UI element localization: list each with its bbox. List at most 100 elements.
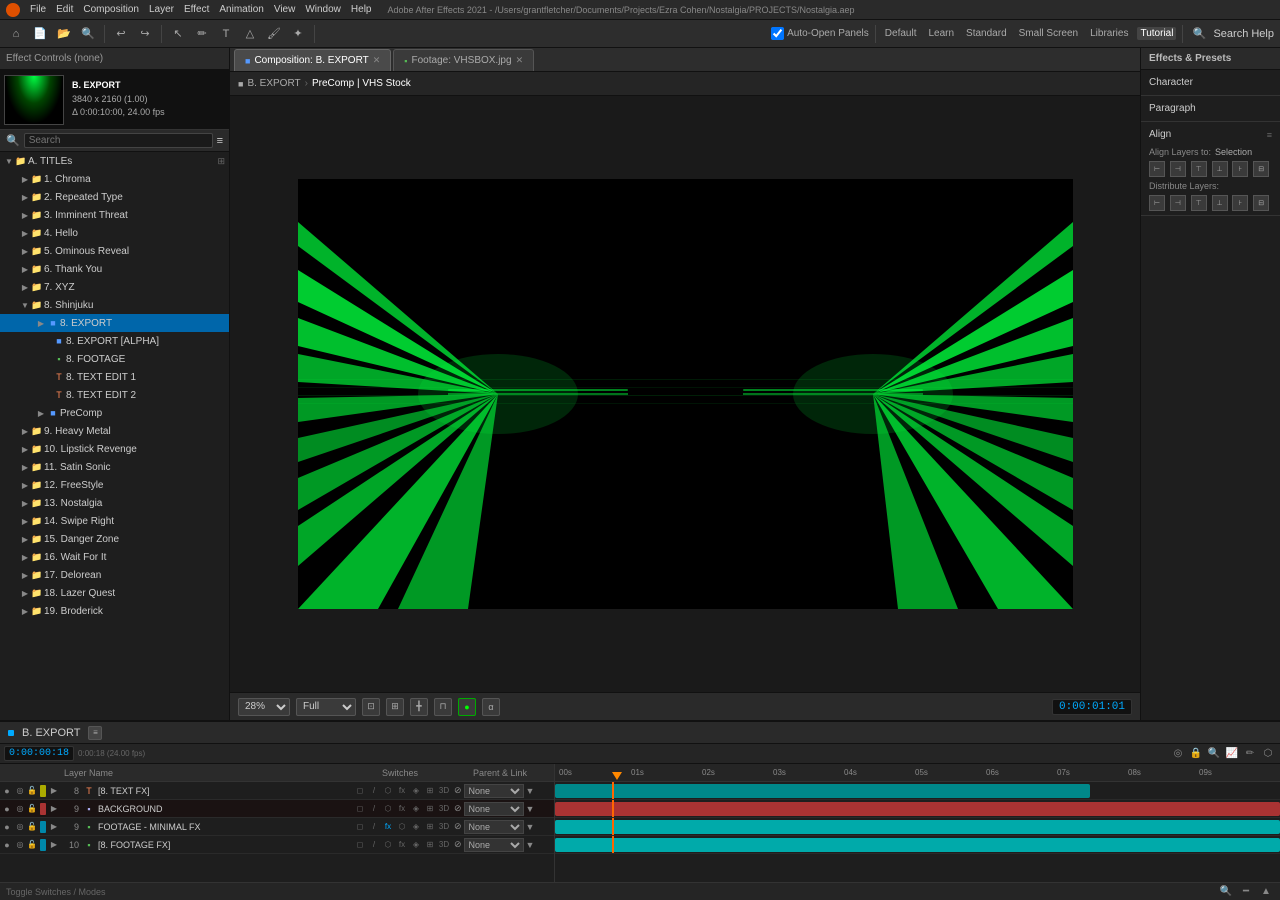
tl-search-btn[interactable]: 🔍 (1206, 746, 1222, 762)
tool-clone[interactable]: ✦ (288, 24, 308, 44)
dist-vcenter[interactable]: ⊦ (1232, 195, 1248, 211)
layer-9b-expand[interactable]: ▶ (48, 821, 60, 833)
footage-tab-close[interactable]: ✕ (516, 55, 524, 66)
menu-help[interactable]: Help (351, 4, 372, 15)
alpha-button[interactable]: α (482, 698, 500, 716)
paragraph-title[interactable]: Paragraph (1149, 100, 1272, 117)
tl-graph-btn[interactable]: 📈 (1224, 746, 1240, 762)
tree-item-8-export[interactable]: ▶ ■ 8. EXPORT (0, 314, 229, 332)
dist-left[interactable]: ⊢ (1149, 195, 1165, 211)
redo-button[interactable]: ↪ (135, 24, 155, 44)
undo-button[interactable]: ↩ (111, 24, 131, 44)
sw-9a-5[interactable]: ◈ (410, 803, 422, 815)
layer-8-parent-select[interactable]: None (464, 784, 524, 798)
sw-10-5[interactable]: ◈ (410, 839, 422, 851)
sw-8-2[interactable]: / (368, 785, 380, 797)
tl-draft-btn[interactable]: ✏ (1242, 746, 1258, 762)
timecode-display[interactable]: 0:00:01:01 (1052, 699, 1132, 715)
tool-select[interactable]: ↖ (168, 24, 188, 44)
layer-9a-lock[interactable]: 🔓 (26, 803, 38, 815)
dist-right[interactable]: ⊤ (1191, 195, 1207, 211)
tree-item-3-imminent[interactable]: ▶ 📁 3. Imminent Threat (0, 206, 229, 224)
tree-item-a-titles[interactable]: ▼ 📁 A. TITLEs ⊞ (0, 152, 229, 170)
tree-item-2-repeated[interactable]: ▶ 📁 2. Repeated Type (0, 188, 229, 206)
tree-item-1-chroma[interactable]: ▶ 📁 1. Chroma (0, 170, 229, 188)
tool-brush[interactable]: 🖌 (264, 24, 284, 44)
layer-9a-parent-dropdown[interactable]: ▼ (526, 804, 535, 814)
layer-8-lock[interactable]: 🔓 (26, 785, 38, 797)
layer-9b-lock[interactable]: 🔓 (26, 821, 38, 833)
layer-9b-parent-select[interactable]: None (464, 820, 524, 834)
guides-button[interactable]: ╋ (410, 698, 428, 716)
dist-top[interactable]: ⊥ (1212, 195, 1228, 211)
tl-zoom-slider[interactable]: ━ (1238, 884, 1254, 900)
sw-8-1[interactable]: ◻ (354, 785, 366, 797)
layer-8-expand[interactable]: ▶ (48, 785, 60, 797)
layer-10-eye[interactable]: ● (0, 838, 14, 852)
tree-item-9-heavy[interactable]: ▶ 📁 9. Heavy Metal (0, 422, 229, 440)
align-bottom[interactable]: ⊟ (1253, 161, 1269, 177)
sw-9a-1[interactable]: ◻ (354, 803, 366, 815)
tree-item-18-lazer[interactable]: ▶ 📁 18. Lazer Quest (0, 584, 229, 602)
layer-8-name[interactable]: [8. TEXT FX] (96, 786, 354, 796)
track-row-9a[interactable] (555, 800, 1280, 818)
workspace-standard[interactable]: Standard (963, 27, 1010, 40)
tree-item-8-text1[interactable]: T 8. TEXT EDIT 1 (0, 368, 229, 386)
tl-timecode[interactable]: 0:00:00:18 (4, 746, 74, 761)
sw-9b-fx[interactable]: fx (382, 821, 394, 833)
workspace-learn[interactable]: Learn (925, 27, 957, 40)
dist-bottom[interactable]: ⊟ (1253, 195, 1269, 211)
sw-9b-motion[interactable]: ⬡ (396, 821, 408, 833)
align-title[interactable]: Align (1149, 126, 1171, 143)
grid-button[interactable]: ⊞ (386, 698, 404, 716)
align-left[interactable]: ⊢ (1149, 161, 1165, 177)
track-row-9b[interactable] (555, 818, 1280, 836)
layer-9a-eye[interactable]: ● (0, 802, 14, 816)
layer-9a-solo[interactable]: ◎ (14, 803, 26, 815)
sw-10-motion[interactable]: ⬡ (382, 839, 394, 851)
tree-item-8-shinjuku[interactable]: ▼ 📁 8. Shinjuku (0, 296, 229, 314)
sw-9b-1[interactable]: ◻ (354, 821, 366, 833)
tree-item-7-xyz[interactable]: ▶ 📁 7. XYZ (0, 278, 229, 296)
sw-8-3d[interactable]: 3D (438, 785, 450, 797)
sort-icon[interactable]: ≡ (217, 135, 223, 147)
layer-10-name[interactable]: [8. FOOTAGE FX] (96, 840, 354, 850)
open-project-button[interactable]: 📂 (54, 24, 74, 44)
tool-type[interactable]: T (216, 24, 236, 44)
align-vcenter[interactable]: ⊦ (1232, 161, 1248, 177)
layer-10-expand[interactable]: ▶ (48, 839, 60, 851)
layer-9a-name[interactable]: BACKGROUND (96, 804, 354, 814)
tl-solo-btn[interactable]: ◎ (1170, 746, 1186, 762)
align-options-icon[interactable]: ≡ (1267, 130, 1272, 140)
tree-item-11-satin[interactable]: ▶ 📁 11. Satin Sonic (0, 458, 229, 476)
layer-9b-eye[interactable]: ● (0, 820, 14, 834)
menu-effect[interactable]: Effect (184, 4, 209, 15)
tree-item-6-thankyou[interactable]: ▶ 📁 6. Thank You (0, 260, 229, 278)
browse-button[interactable]: 🔍 (78, 24, 98, 44)
layer-9a-expand[interactable]: ▶ (48, 803, 60, 815)
align-right[interactable]: ⊤ (1191, 161, 1207, 177)
breadcrumb-root[interactable]: B. EXPORT (247, 78, 300, 89)
layer-9b-name[interactable]: FOOTAGE - MINIMAL FX (96, 822, 354, 832)
auto-open-checkbox[interactable] (771, 27, 784, 40)
tree-item-5-ominous[interactable]: ▶ 📁 5. Ominous Reveal (0, 242, 229, 260)
sw-9b-2[interactable]: / (368, 821, 380, 833)
tree-item-8-export-alpha[interactable]: ■ 8. EXPORT [ALPHA] (0, 332, 229, 350)
sw-10-6[interactable]: ⊞ (424, 839, 436, 851)
layer-10-parent-select[interactable]: None (464, 838, 524, 852)
menu-edit[interactable]: Edit (56, 4, 73, 15)
mask-button[interactable]: ⊓ (434, 698, 452, 716)
tl-lock-btn[interactable]: 🔒 (1188, 746, 1204, 762)
sw-8-5[interactable]: ◈ (410, 785, 422, 797)
search-button[interactable]: 🔍 (1189, 24, 1209, 44)
workspace-libraries[interactable]: Libraries (1087, 27, 1131, 40)
composition-view[interactable] (230, 96, 1140, 692)
tree-item-17-delorean[interactable]: ▶ 📁 17. Delorean (0, 566, 229, 584)
tl-zoom-out[interactable]: 🔍 (1218, 884, 1234, 900)
workspace-default[interactable]: Default (882, 27, 920, 40)
tree-item-10-lipstick[interactable]: ▶ 📁 10. Lipstick Revenge (0, 440, 229, 458)
menu-layer[interactable]: Layer (149, 4, 174, 15)
layer-8-solo[interactable]: ◎ (14, 785, 26, 797)
tree-item-16-wait[interactable]: ▶ 📁 16. Wait For It (0, 548, 229, 566)
tree-item-precomp[interactable]: ▶ ■ PreComp (0, 404, 229, 422)
